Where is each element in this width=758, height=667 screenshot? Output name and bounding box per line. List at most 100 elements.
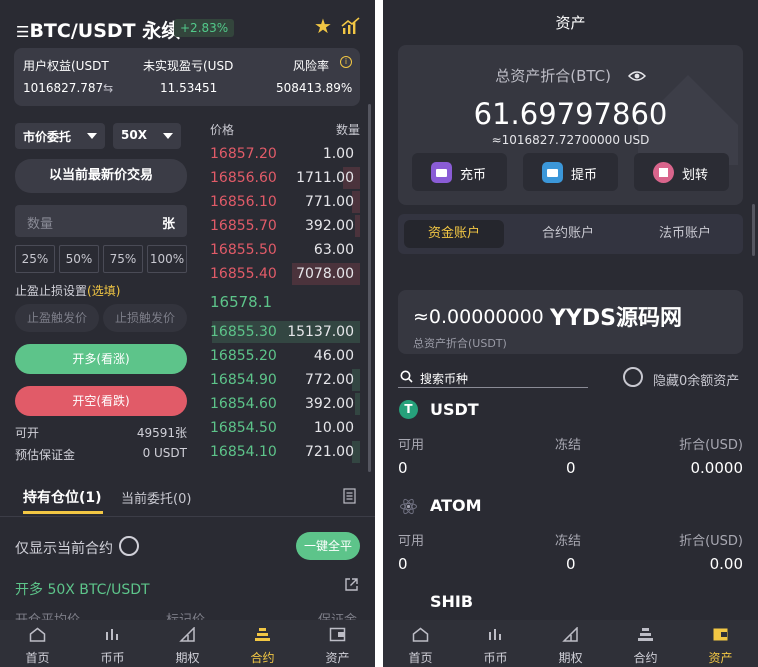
percent-25-button[interactable]: 25% (15, 245, 55, 273)
tab-funding-account[interactable]: 资金账户 (404, 220, 504, 248)
share-icon[interactable] (344, 577, 359, 592)
ask-price: 16855.70 (210, 218, 277, 234)
transfer-button[interactable]: 划转 (634, 153, 729, 191)
bid-row[interactable]: 16854.10 721.00 (206, 441, 360, 463)
tpsl-settings-link[interactable]: 止盈止损设置(选填) (15, 282, 120, 299)
menu-icon[interactable]: ☰ (16, 23, 29, 41)
nav-home[interactable]: 首页 (0, 620, 75, 667)
open-short-button[interactable]: 开空(看跌) (15, 386, 187, 416)
withdraw-label: 提币 (571, 168, 598, 183)
col-frozen: 冻结 (555, 534, 582, 549)
nav-options-label: 期权 (558, 651, 583, 665)
ask-qty: 7078.00 (296, 266, 354, 282)
total-assets-card: 总资产折合(BTC) 61.69797860 ≈1016827.72700000… (398, 45, 743, 205)
nav-options[interactable]: 期权 (150, 620, 225, 667)
take-profit-input[interactable]: 止盈触发价 (15, 304, 99, 332)
scrollbar[interactable] (368, 104, 371, 472)
eye-icon[interactable] (627, 68, 646, 86)
wallet-icon (329, 627, 346, 642)
nav-spot[interactable]: 币币 (458, 620, 533, 667)
usdt-available: 0 (398, 459, 408, 477)
orderbook-price-header: 价格 (210, 123, 235, 137)
ask-qty: 1.00 (322, 146, 354, 162)
tab-futures-account[interactable]: 合约账户 (518, 220, 618, 248)
nav-options-label: 期权 (175, 651, 200, 665)
watermark-text: YYDS源码网 (550, 306, 682, 331)
search-icon (400, 370, 413, 383)
info-icon[interactable]: i (340, 56, 352, 68)
tab-open-orders[interactable]: 当前委托(0) (121, 488, 191, 507)
tab-positions[interactable]: 持有仓位(1) (23, 487, 102, 507)
unrealized-pnl-label: 未实现盈亏(USD (143, 59, 234, 73)
percent-75-button[interactable]: 75% (103, 245, 143, 273)
nav-futures[interactable]: 合约 (608, 620, 683, 667)
col-frozen: 冻结 (555, 438, 582, 453)
ask-row[interactable]: 16855.50 63.00 (206, 239, 360, 261)
kline-chart-icon[interactable] (341, 17, 360, 35)
leverage-select[interactable]: 50X (113, 123, 181, 149)
order-type-select[interactable]: 市价委托 (15, 123, 105, 149)
equity-summary-card: 用户权益(USDT 未实现盈亏(USD 风险率 i 1016827.787⇆ 1… (14, 48, 360, 106)
bid-row[interactable]: 16854.50 10.00 (206, 417, 360, 439)
ask-row[interactable]: 16857.20 1.00 (206, 143, 360, 165)
ask-row[interactable]: 16856.10 771.00 (206, 191, 360, 213)
nav-spot-label: 币币 (100, 651, 125, 665)
position-title[interactable]: 开多 50X BTC/USDT (15, 579, 150, 599)
scrollbar[interactable] (752, 204, 755, 256)
deposit-button[interactable]: 充币 (412, 153, 507, 191)
col-available: 可用 (398, 438, 425, 453)
bid-row[interactable]: 16855.30 15137.00 (206, 321, 360, 343)
leverage-value: 50X (121, 128, 147, 142)
market-price-trade-button[interactable]: 以当前最新价交易 (15, 159, 187, 193)
coin-name-atom[interactable]: ATOM (430, 496, 482, 515)
nav-spot[interactable]: 币币 (75, 620, 150, 667)
percent-100-button[interactable]: 100% (147, 245, 187, 273)
deposit-icon (431, 162, 452, 183)
ask-row[interactable]: 16856.60 1711.00 (206, 167, 360, 189)
nav-assets[interactable]: 资产 (683, 620, 758, 667)
nav-futures-label: 合约 (633, 651, 658, 665)
orderbook-qty-header: 数量 (336, 123, 361, 137)
pair-title[interactable]: ☰BTC/USDT 永续 (16, 16, 180, 43)
tpsl-label: 止盈止损设置 (15, 284, 88, 298)
transfer-icon (653, 162, 674, 183)
nav-futures[interactable]: 合约 (225, 620, 300, 667)
percent-50-button[interactable]: 50% (59, 245, 99, 273)
coin-name-shib[interactable]: SHIB (430, 592, 473, 611)
unrealized-pnl-value: 11.53451 (160, 81, 218, 95)
hide-zero-checkbox[interactable] (623, 367, 643, 387)
bid-row[interactable]: 16855.20 46.00 (206, 345, 360, 367)
risk-rate-value: 508413.89% (276, 81, 353, 95)
coin-search-input[interactable]: 搜索币种 (398, 366, 588, 388)
futures-trade-screen: ☰BTC/USDT 永续 +2.83% ★ 用户权益(USDT 未实现盈亏(US… (0, 0, 375, 667)
ask-qty: 392.00 (305, 218, 354, 234)
pair-title-text: BTC/USDT 永续 (29, 20, 181, 42)
bid-price: 16854.90 (210, 372, 277, 388)
nav-futures-label: 合约 (250, 651, 275, 665)
ask-row[interactable]: 16855.40 7078.00 (206, 263, 360, 285)
bid-row[interactable]: 16854.60 392.00 (206, 393, 360, 415)
withdraw-button[interactable]: 提币 (523, 153, 618, 191)
close-all-button[interactable]: 一键全平 (296, 532, 360, 560)
nav-assets[interactable]: 资产 (300, 620, 375, 667)
coin-name-usdt[interactable]: USDT (430, 400, 479, 419)
bid-price: 16854.10 (210, 444, 277, 460)
bid-row[interactable]: 16854.90 772.00 (206, 369, 360, 391)
ask-row[interactable]: 16855.70 392.00 (206, 215, 360, 237)
quantity-input[interactable]: 数量 张 (15, 205, 187, 237)
options-icon (562, 627, 578, 642)
options-icon (179, 627, 195, 642)
swap-icon[interactable]: ⇆ (103, 81, 113, 95)
nav-options[interactable]: 期权 (533, 620, 608, 667)
order-history-icon[interactable] (343, 488, 356, 504)
tab-fiat-account[interactable]: 法币账户 (635, 220, 735, 248)
current-contract-checkbox[interactable] (119, 536, 139, 556)
stop-loss-input[interactable]: 止损触发价 (103, 304, 187, 332)
risk-rate-label: 风险率 (293, 59, 330, 73)
nav-home[interactable]: 首页 (383, 620, 458, 667)
favorite-star-icon[interactable]: ★ (314, 14, 332, 38)
open-long-button[interactable]: 开多(看涨) (15, 344, 187, 374)
nav-assets-label: 资产 (325, 651, 350, 665)
ask-price: 16855.50 (210, 242, 277, 258)
price-change-badge: +2.83% (174, 19, 235, 37)
